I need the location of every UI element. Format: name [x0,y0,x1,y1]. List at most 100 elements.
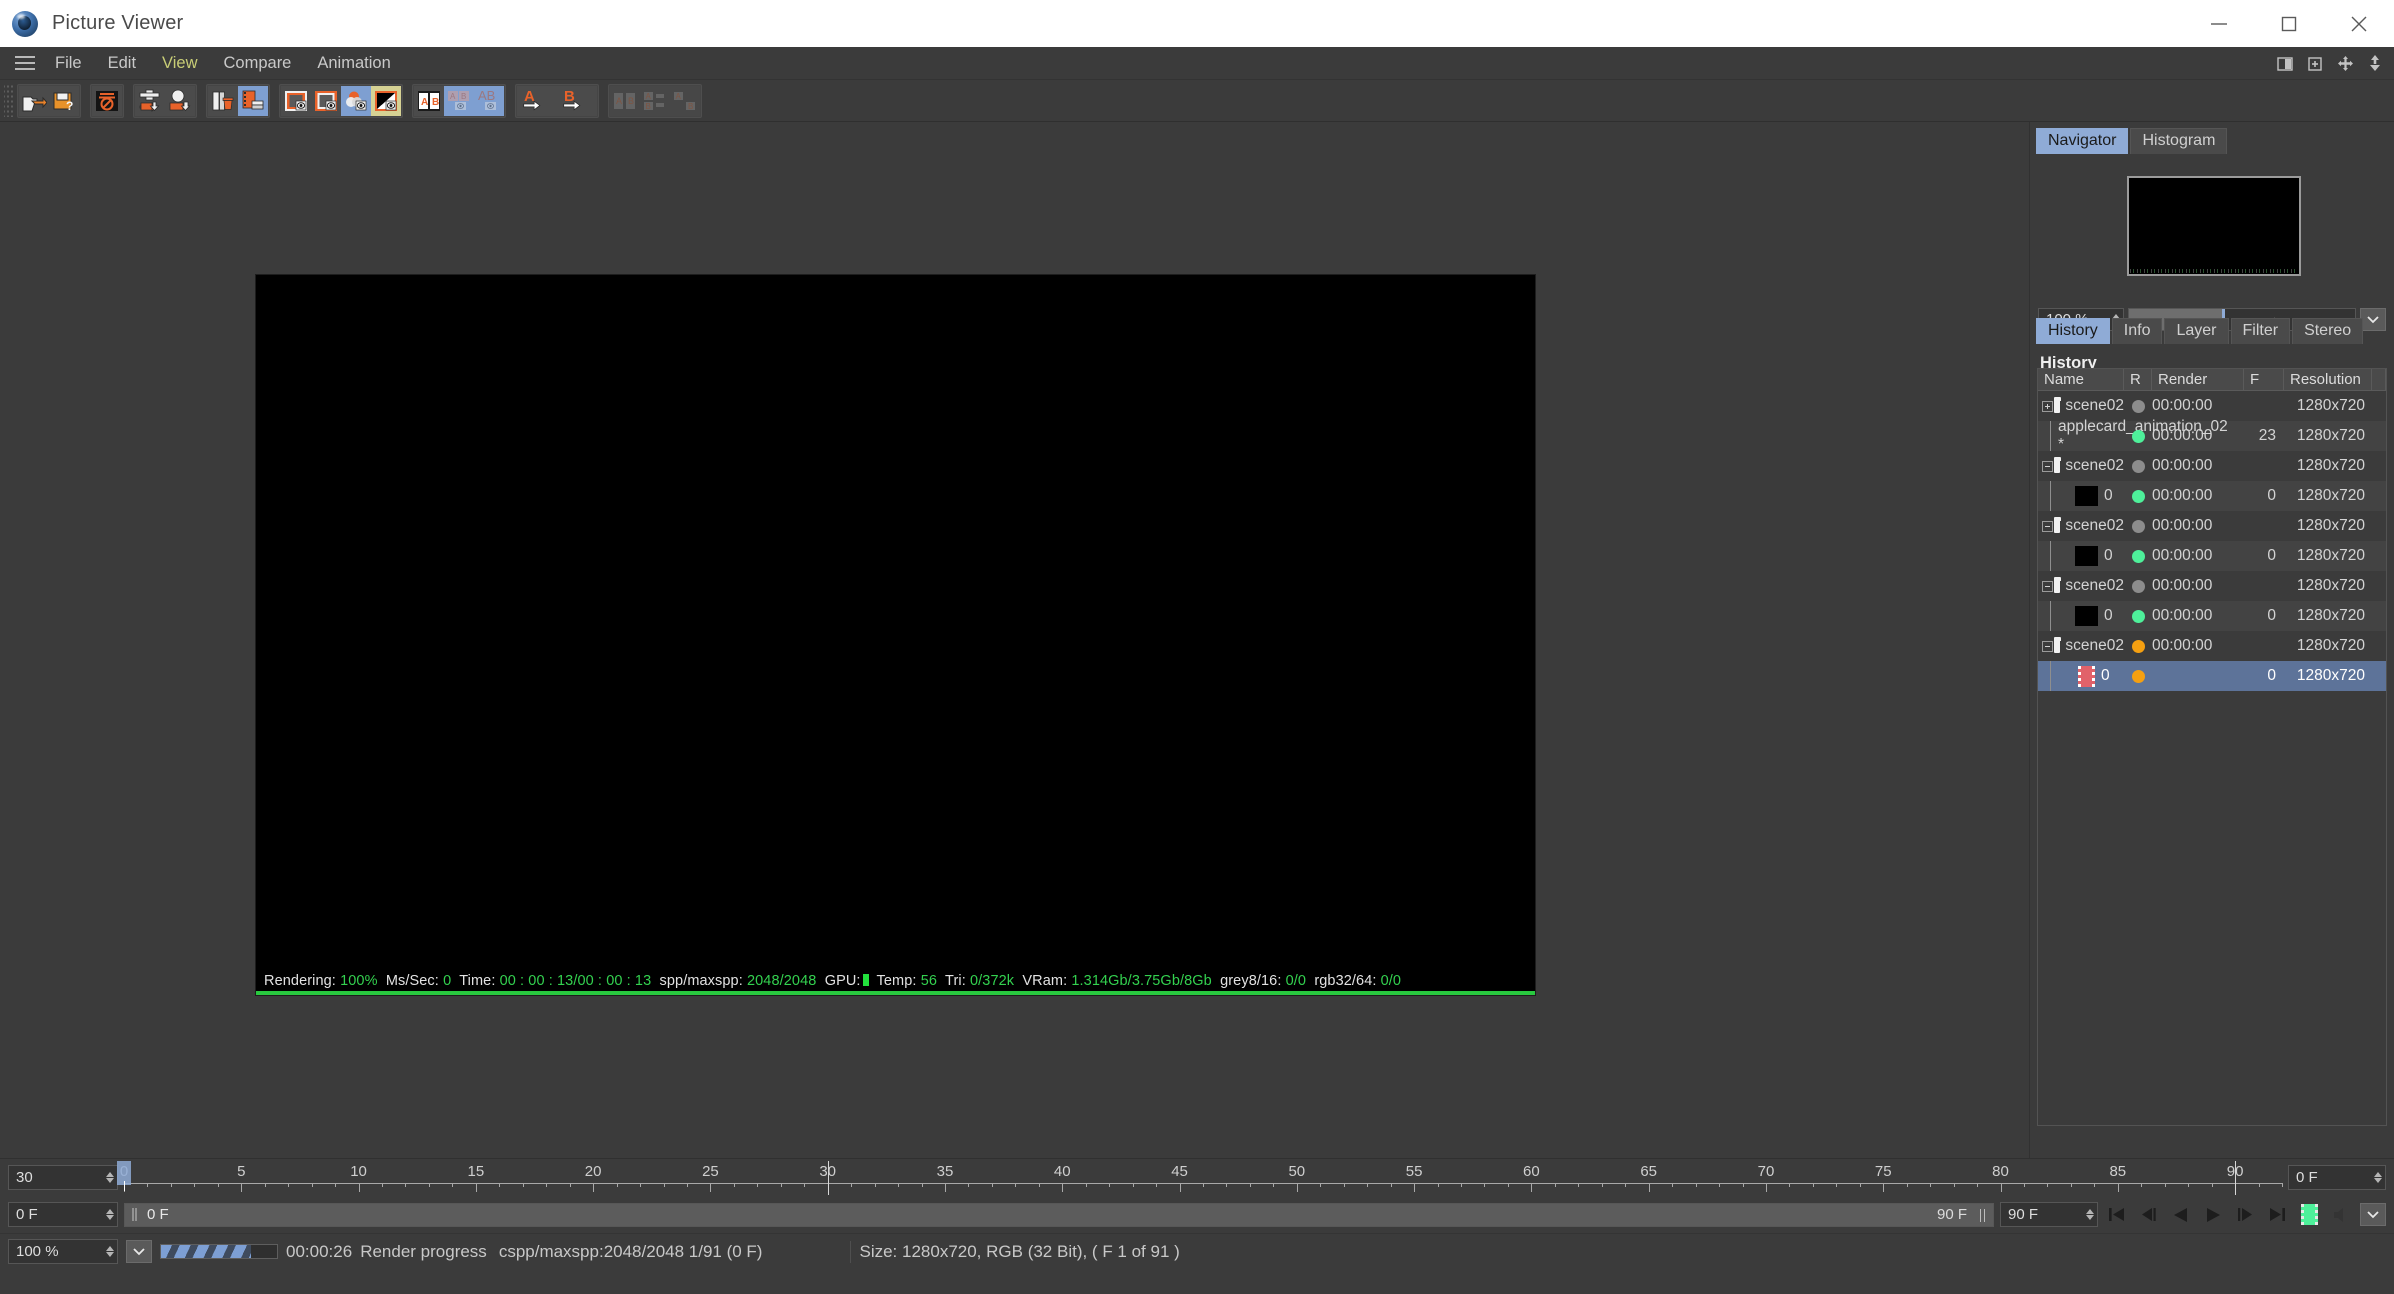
table-row[interactable]: applecard_animation_02 * 00:00:00 23 1280x7… [2038,418,2386,453]
tab-stereo[interactable]: Stereo [2292,318,2364,344]
compare-ab-overlay-button[interactable]: AB [474,85,504,116]
right-frame-field[interactable]: 0 F [2288,1165,2386,1190]
end-frame-field[interactable]: 90 F [2000,1202,2098,1227]
table-row[interactable]: 0 00:00:00 0 1280x720 [2038,481,2386,511]
tab-layer[interactable]: Layer [2164,318,2229,344]
previous-key-button[interactable] [2136,1202,2162,1228]
zoom-options-dropdown[interactable] [126,1240,152,1263]
fps-field[interactable]: 30 [8,1165,118,1190]
go-to-start-button[interactable] [2104,1202,2130,1228]
collapse-icon[interactable] [2042,520,2053,532]
ruler-tick [780,1182,782,1187]
table-row[interactable]: 0 00:00:00 0 1280x720 [2038,601,2386,631]
close-button[interactable] [2324,0,2394,47]
spinner-icon[interactable] [106,1209,114,1220]
spinner-icon[interactable] [106,1246,114,1257]
collapse-icon[interactable] [2042,460,2053,472]
column-resolution[interactable]: Resolution [2284,369,2372,390]
playback-options-dropdown[interactable] [2360,1203,2386,1226]
view-image-button[interactable] [281,85,311,116]
spinner-icon[interactable] [2086,1209,2094,1220]
menu-animation[interactable]: Animation [304,47,403,80]
maximize-button[interactable] [2254,0,2324,47]
move-panel-icon[interactable] [2336,55,2354,73]
compare-ab-side-button[interactable]: A B [444,85,474,116]
tab-navigator[interactable]: Navigator [2036,128,2129,154]
play-sound-button[interactable] [2328,1202,2354,1228]
menu-compare[interactable]: Compare [211,47,305,80]
status-badge [2124,549,2152,563]
table-row[interactable]: 0 00:00:00 0 1280x720 [2038,541,2386,571]
table-row[interactable]: scene02 00:00:00 1280x720 [2038,631,2386,661]
go-to-end-button[interactable] [2264,1202,2290,1228]
view-channels-button[interactable] [341,85,371,116]
column-name[interactable]: Name [2038,369,2124,390]
folder-icon [2054,396,2061,413]
play-backward-button[interactable] [2168,1202,2194,1228]
tab-filter[interactable]: Filter [2230,318,2291,344]
navigator-thumbnail[interactable] [2127,176,2301,276]
menu-file[interactable]: File [42,47,95,80]
column-r[interactable]: R [2124,369,2152,390]
zoom-field[interactable]: 100 % [8,1239,118,1264]
history-list-button[interactable] [238,85,268,116]
column-render-time[interactable]: Render Time [2152,369,2244,390]
end-frame-marker[interactable] [2235,1160,2237,1195]
timeline-ruler[interactable]: 051015202530354045505560657075808590 [117,1160,2283,1195]
send-to-single-button[interactable] [165,85,195,116]
menu-view[interactable]: View [149,47,210,80]
stop-render-button[interactable] [92,85,122,116]
navigator-tabs: Navigator Histogram [2030,122,2394,154]
view-alpha-button[interactable] [371,85,401,116]
set-b-button[interactable]: B [557,85,597,116]
collapse-icon[interactable] [2042,580,2053,592]
temp-label: Temp: [876,973,917,989]
minimize-button[interactable] [2184,0,2254,47]
render-canvas[interactable]: Rendering: 100% Ms/Sec: 0 Time: 00 : 00 … [255,274,1536,996]
table-row[interactable]: scene02 00:00:00 1280x720 [2038,391,2386,421]
image-viewer[interactable]: Rendering: 100% Ms/Sec: 0 Time: 00 : 00 … [0,122,2029,1158]
timeline-scrub-row: 0 F 0 F 90 F 90 F [0,1196,2394,1233]
scrub-right-grip[interactable] [1980,1208,1985,1222]
menu-edit[interactable]: Edit [95,47,149,80]
swap-ab-button[interactable]: AB [610,85,640,116]
ruler-tick [1531,1182,1533,1192]
tab-histogram[interactable]: Histogram [2130,128,2228,154]
spinner-icon[interactable] [106,1172,114,1183]
table-row[interactable]: scene02 00:00:00 1280x720 [2038,451,2386,481]
tab-history[interactable]: History [2036,318,2110,344]
table-row[interactable]: 0 0 1280x720 [2038,661,2386,691]
column-f[interactable]: F [2244,369,2284,390]
tab-info[interactable]: Info [2111,318,2163,344]
dock-panel-icon[interactable] [2366,55,2384,73]
compare-ab-split-button[interactable]: A B [414,85,444,116]
expand-icon[interactable] [2042,400,2053,412]
start-frame-field[interactable]: 0 F [8,1202,118,1227]
send-to-multipass-button[interactable] [135,85,165,116]
layout-split-icon[interactable] [2276,55,2294,73]
scrub-left-grip[interactable] [125,1204,143,1226]
toolbar-grip[interactable] [4,84,14,117]
record-frame-button[interactable] [2296,1202,2322,1228]
history-frame: 0 [2267,547,2276,564]
history-table[interactable]: Name R Render Time F Resolution scene02 0… [2037,368,2387,1126]
table-row[interactable]: scene02 00:00:00 1280x720 [2038,571,2386,601]
ab-difference-button[interactable]: AB [640,85,670,116]
set-a-button[interactable]: A [517,85,557,116]
play-forward-button[interactable] [2200,1202,2226,1228]
view-border-button[interactable] [311,85,341,116]
playhead-marker[interactable] [827,1160,829,1195]
save-image-as-button[interactable]: ? [49,85,79,116]
collapse-icon[interactable] [2042,640,2053,652]
image-thumbnail [2075,546,2098,566]
spinner-icon[interactable] [2374,1172,2382,1183]
hamburger-icon[interactable] [8,56,42,70]
ruler-tick [1789,1182,1791,1187]
clear-history-button[interactable] [208,85,238,116]
open-image-button[interactable] [19,85,49,116]
table-row[interactable]: scene02 00:00:00 1280x720 [2038,511,2386,541]
add-panel-icon[interactable] [2306,55,2324,73]
next-key-button[interactable] [2232,1202,2258,1228]
frame-range-scrubber[interactable]: 0 F 90 F [124,1202,1994,1227]
ab-cycle-button[interactable]: AB [670,85,700,116]
